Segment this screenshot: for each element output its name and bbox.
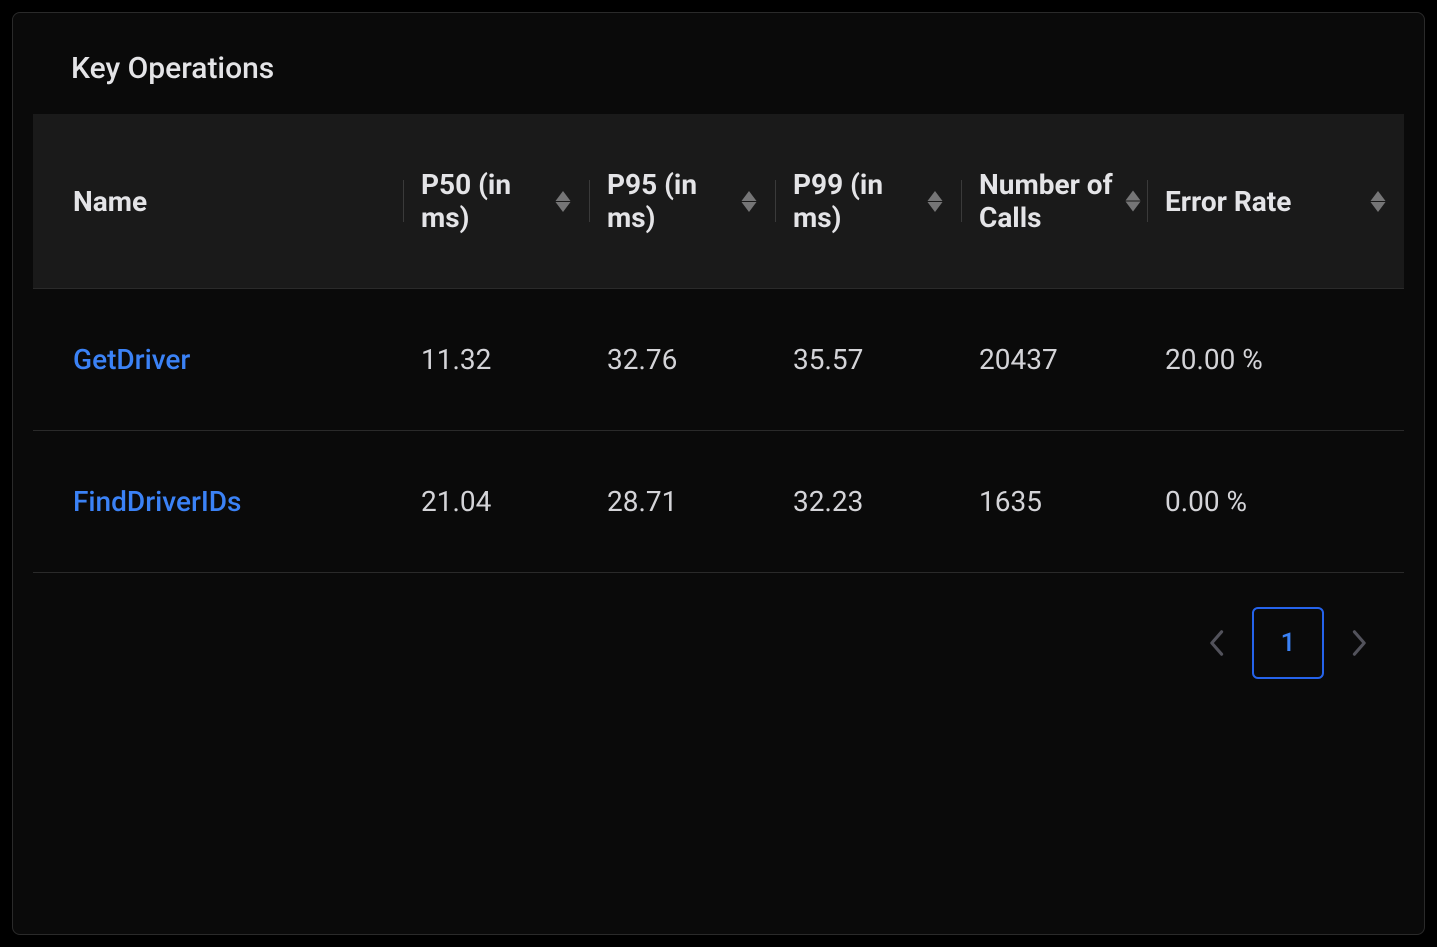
col-separator — [775, 180, 776, 222]
col-header-error-label: Error Rate — [1165, 185, 1291, 218]
key-operations-panel: Key Operations Name P50 (in ms) — [12, 12, 1425, 935]
cell-calls: 20437 — [961, 289, 1147, 431]
col-header-p95-label: P95 (in ms) — [607, 168, 731, 234]
col-header-p99-label: P99 (in ms) — [793, 168, 917, 234]
col-header-error[interactable]: Error Rate — [1147, 114, 1404, 289]
sort-icon — [927, 191, 943, 212]
cell-p99: 32.23 — [775, 431, 961, 573]
operation-link[interactable]: GetDriver — [73, 343, 190, 376]
sort-icon — [1370, 191, 1386, 212]
cell-error: 20.00 % — [1147, 289, 1404, 431]
pagination-next-button[interactable] — [1346, 629, 1374, 657]
cell-calls: 1635 — [961, 431, 1147, 573]
chevron-left-icon — [1207, 629, 1225, 657]
cell-p50: 21.04 — [403, 431, 589, 573]
chevron-right-icon — [1351, 629, 1369, 657]
table-row: GetDriver 11.32 32.76 35.57 20437 20.00 … — [33, 289, 1404, 431]
col-separator — [403, 180, 404, 222]
col-separator — [589, 180, 590, 222]
pagination: 1 — [33, 573, 1404, 713]
col-header-calls-label: Number of Calls — [979, 168, 1129, 234]
cell-p50: 11.32 — [403, 289, 589, 431]
col-header-name-label: Name — [73, 185, 147, 218]
sort-icon — [741, 191, 757, 212]
cell-p95: 32.76 — [589, 289, 775, 431]
panel-title: Key Operations — [13, 13, 1424, 114]
operation-link[interactable]: FindDriverIDs — [73, 485, 241, 518]
sort-icon — [555, 191, 571, 212]
col-header-calls[interactable]: Number of Calls — [961, 114, 1147, 289]
cell-name: GetDriver — [33, 289, 403, 431]
table-wrap: Name P50 (in ms) — [13, 114, 1424, 934]
col-separator — [961, 180, 962, 222]
pagination-page-current[interactable]: 1 — [1252, 607, 1324, 679]
cell-error: 0.00 % — [1147, 431, 1404, 573]
cell-p99: 35.57 — [775, 289, 961, 431]
sort-icon — [1125, 191, 1141, 212]
col-header-p95[interactable]: P95 (in ms) — [589, 114, 775, 289]
col-separator — [1147, 180, 1148, 222]
col-header-p50-label: P50 (in ms) — [421, 168, 545, 234]
table-row: FindDriverIDs 21.04 28.71 32.23 1635 0.0… — [33, 431, 1404, 573]
operations-table: Name P50 (in ms) — [33, 114, 1404, 573]
pagination-prev-button[interactable] — [1202, 629, 1230, 657]
cell-name: FindDriverIDs — [33, 431, 403, 573]
col-header-name[interactable]: Name — [33, 114, 403, 289]
col-header-p50[interactable]: P50 (in ms) — [403, 114, 589, 289]
col-header-p99[interactable]: P99 (in ms) — [775, 114, 961, 289]
cell-p95: 28.71 — [589, 431, 775, 573]
